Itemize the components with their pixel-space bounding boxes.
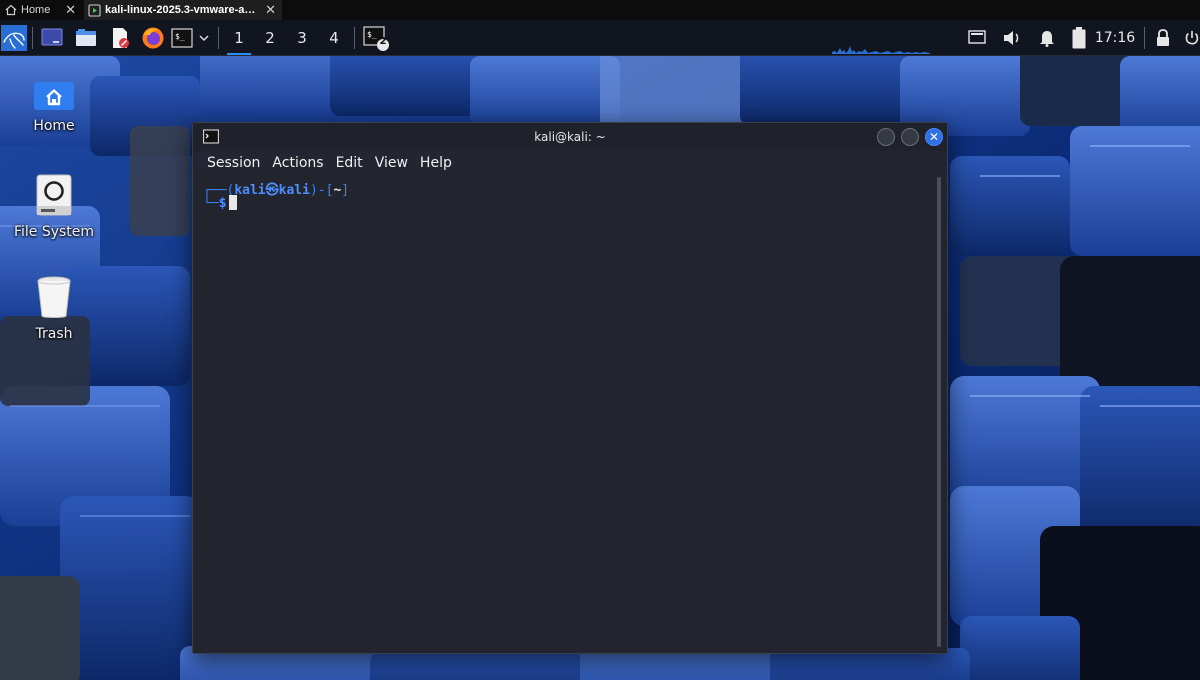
vertical-scrollbar[interactable]	[937, 177, 941, 647]
desktop-icon-trash[interactable]: Trash	[0, 276, 108, 342]
prompt-frame: )-[	[309, 183, 334, 198]
prompt-line-2: └─$	[203, 195, 238, 211]
notifications-icon[interactable]	[1036, 28, 1058, 48]
close-icon[interactable]: ✕	[65, 2, 76, 18]
power-icon[interactable]	[1184, 28, 1200, 48]
panel-separator	[218, 27, 219, 49]
cpu-graph	[832, 34, 930, 54]
prompt-frame: └─	[203, 196, 219, 211]
menu-edit[interactable]: Edit	[330, 155, 369, 171]
vm-icon	[88, 3, 101, 17]
terminal-window[interactable]: kali@kali: ~ ✕ Session Actions Edit View…	[192, 122, 948, 654]
battery-icon[interactable]	[1068, 26, 1090, 50]
close-icon[interactable]: ✕	[265, 2, 276, 18]
workspace-2[interactable]: 2	[256, 20, 284, 56]
home-icon	[4, 4, 17, 17]
host-tab-label: Home	[21, 4, 51, 16]
desktop-icon-label: File System	[13, 224, 95, 240]
desktop-icon-file-system[interactable]: File System	[0, 174, 108, 240]
maximize-button[interactable]	[901, 128, 919, 146]
text-cursor	[229, 195, 238, 210]
volume-icon[interactable]	[1000, 28, 1024, 48]
host-tab-vm[interactable]: kali-linux-2025.3-vmware-amd64 ✕	[84, 0, 282, 20]
top-panel: $_ 1 2 3 4 $_ 2 17:16	[0, 20, 1200, 56]
taskbar-terminal-button[interactable]: $_ 2	[362, 24, 390, 52]
host-tab-bar: Home ✕ kali-linux-2025.3-vmware-amd64 ✕	[0, 0, 1200, 20]
desktop-icon-home[interactable]: Home	[0, 82, 108, 134]
prompt-user: kali	[234, 183, 266, 198]
menu-view[interactable]: View	[369, 155, 414, 171]
close-icon: ✕	[928, 130, 940, 144]
text-editor-icon[interactable]	[108, 26, 132, 50]
host-tab-home[interactable]: Home ✕	[0, 0, 82, 20]
terminal-output[interactable]: ┌──(kali㉿kali)-[~] └─$	[193, 175, 947, 653]
drive-icon	[36, 174, 72, 216]
svg-text:$_: $_	[175, 32, 185, 41]
host-tab-label: kali-linux-2025.3-vmware-amd64	[105, 4, 257, 16]
terminal-launcher-icon[interactable]: $_	[170, 26, 194, 50]
menu-help[interactable]: Help	[414, 155, 458, 171]
panel-clock[interactable]: 17:16	[1090, 20, 1140, 56]
display-icon[interactable]	[966, 28, 988, 48]
workspace-1[interactable]: 1	[225, 20, 253, 56]
terminal-menubar: Session Actions Edit View Help	[193, 151, 947, 175]
panel-separator	[32, 27, 33, 49]
window-count-badge: 2	[379, 36, 387, 47]
svg-text:$_: $_	[367, 30, 377, 39]
show-desktop-icon[interactable]	[40, 27, 64, 49]
window-title: kali@kali: ~	[534, 130, 606, 144]
kali-menu-icon[interactable]	[0, 23, 28, 53]
menu-session[interactable]: Session	[201, 155, 266, 171]
desktop-icon-label: Home	[33, 118, 75, 134]
trash-icon	[37, 276, 71, 318]
home-folder-icon	[34, 82, 74, 110]
prompt-at: ㉿	[265, 183, 279, 198]
workspace-3[interactable]: 3	[288, 20, 316, 56]
lock-icon[interactable]	[1152, 28, 1174, 48]
minimize-button[interactable]	[877, 128, 895, 146]
workspace-4[interactable]: 4	[320, 20, 348, 56]
close-button[interactable]: ✕	[925, 128, 943, 146]
prompt-symbol: $	[218, 196, 227, 211]
prompt-frame: ]	[341, 183, 350, 198]
menu-actions[interactable]: Actions	[266, 155, 329, 171]
chevron-down-icon[interactable]	[196, 28, 212, 48]
firefox-icon[interactable]	[140, 25, 166, 51]
file-manager-icon[interactable]	[74, 27, 98, 49]
window-titlebar[interactable]: kali@kali: ~ ✕	[193, 123, 947, 151]
desktop-icon-label: Trash	[35, 326, 73, 342]
panel-separator	[1144, 27, 1145, 49]
panel-separator	[354, 27, 355, 49]
prompt-host: kali	[278, 183, 310, 198]
